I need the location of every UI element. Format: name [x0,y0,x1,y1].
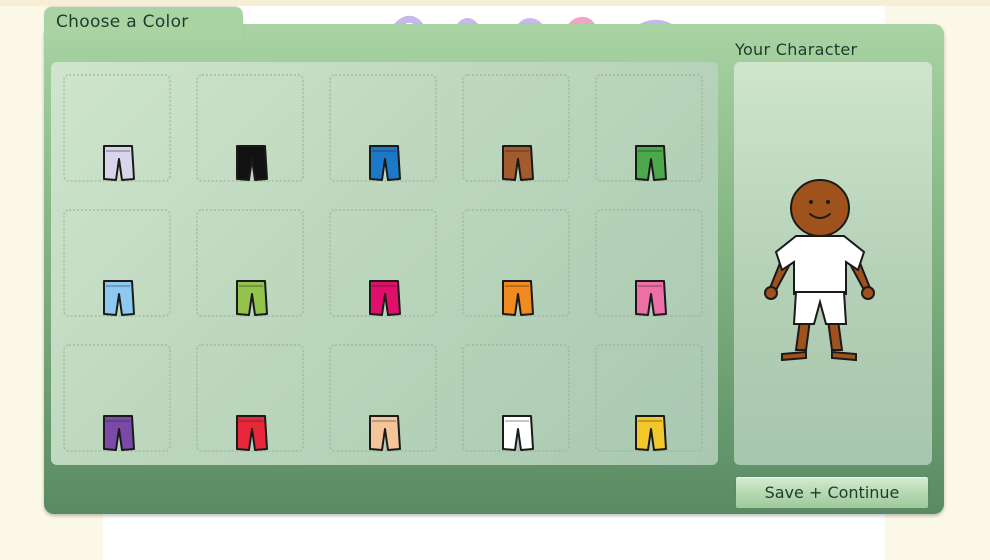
pants-icon [236,145,268,181]
panel-title: Choose a Color [56,12,189,32]
pants-icon [236,280,268,316]
pants-icon [635,280,667,316]
pants-icon [502,280,534,316]
color-swatch-pink[interactable] [595,209,703,317]
color-swatch-white[interactable] [462,344,570,452]
pants-icon [502,415,534,451]
pants-icon [502,145,534,181]
color-swatch-blue[interactable] [329,74,437,182]
pants-icon [236,415,268,451]
pants-icon [635,415,667,451]
color-swatch-black[interactable] [196,74,304,182]
top-strip [0,0,990,6]
pants-icon [635,145,667,181]
color-swatch-lavender-gray[interactable] [63,74,171,182]
character-head [790,179,850,237]
color-swatch-green[interactable] [595,74,703,182]
color-swatch-purple[interactable] [63,344,171,452]
pants-icon [103,415,135,451]
color-swatch-peach[interactable] [329,344,437,452]
pants-icon [103,145,135,181]
character-preview [764,179,875,362]
color-swatch-brown[interactable] [462,74,570,182]
color-swatch-lime-green[interactable] [196,209,304,317]
pants-icon [369,145,401,181]
character-panel-title: Your Character [735,40,858,59]
save-continue-button[interactable]: Save + Continue [735,476,929,509]
color-swatch-yellow[interactable] [595,344,703,452]
color-swatch-light-blue[interactable] [63,209,171,317]
color-swatch-red[interactable] [196,344,304,452]
pants-icon [369,280,401,316]
pants-icon [369,415,401,451]
pants-icon [103,280,135,316]
color-swatch-orange[interactable] [462,209,570,317]
color-swatch-magenta[interactable] [329,209,437,317]
